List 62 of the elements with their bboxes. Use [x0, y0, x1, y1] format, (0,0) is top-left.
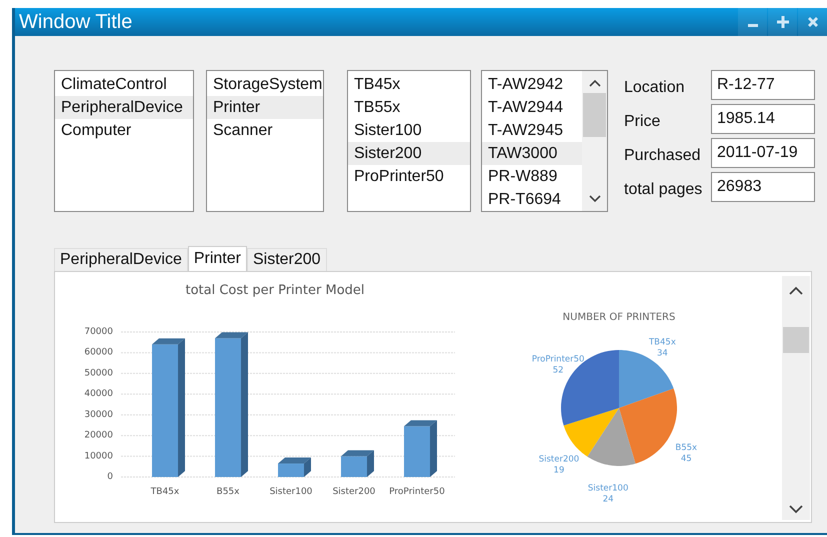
list-item[interactable]: StorageSystem	[207, 73, 323, 96]
maximize-button[interactable]	[768, 8, 797, 36]
list-item[interactable]: TAW3000	[482, 142, 582, 165]
chart-title: NUMBER OF PRINTERS	[562, 312, 676, 323]
axis-category-label: Sister100	[270, 487, 312, 497]
window-title: Window Title	[18, 10, 132, 34]
field-label: total pages	[624, 180, 704, 199]
axis-category-label: Sister200	[332, 487, 376, 497]
axis-category-label: TB45x	[150, 487, 180, 497]
input-field[interactable]: 1985.14	[711, 104, 815, 134]
field-label: Purchased	[624, 146, 702, 165]
close-button[interactable]	[798, 8, 827, 36]
minimize-icon	[748, 24, 758, 26]
bar	[278, 464, 304, 477]
list-item[interactable]: Sister100	[348, 119, 470, 142]
input-field[interactable]: 2011-07-19	[711, 138, 815, 168]
axis-tick-label: 20000	[84, 430, 113, 441]
data-label: Sister100 24	[588, 484, 628, 505]
input-field[interactable]: R-12-77	[711, 70, 815, 100]
tab[interactable]: PeripheralDevice	[54, 248, 188, 271]
list-item[interactable]: ProPrinter50	[348, 165, 470, 188]
bar	[341, 456, 367, 477]
data-label: B55x 45	[675, 443, 698, 464]
scroll-thumb[interactable]	[783, 327, 809, 353]
data-label: Sister200 19	[538, 454, 580, 476]
list-item[interactable]: Computer	[55, 119, 193, 142]
axis-tick-label: 40000	[84, 389, 113, 400]
axis-tick-label: 10000	[84, 451, 113, 462]
scrollbar[interactable]	[582, 71, 607, 211]
data-label: TB45x 34	[649, 337, 676, 358]
list-item[interactable]: PR-T6694	[482, 188, 582, 211]
list-item[interactable]: T-AW2942	[482, 73, 582, 96]
axis-category-label: B55x	[216, 487, 240, 497]
tab[interactable]: Sister200	[246, 248, 327, 271]
list-item[interactable]: TB55x	[348, 96, 470, 119]
axis-category-label: ProPrinter50	[389, 487, 445, 497]
list-item[interactable]: TB45x	[348, 73, 470, 96]
tab[interactable]: Printer	[188, 246, 247, 271]
chart-title: total Cost per Printer Model	[185, 283, 365, 298]
axis-tick-label: 70000	[84, 327, 113, 337]
minimize-button[interactable]	[738, 8, 767, 36]
list-item[interactable]: T-AW2944	[482, 96, 582, 119]
scroll-thumb[interactable]	[583, 93, 606, 137]
list-item[interactable]: Printer	[207, 96, 323, 119]
axis-tick-label: 50000	[84, 368, 113, 378]
input-field[interactable]: 26983	[711, 172, 815, 202]
list-item[interactable]: PR-W889	[482, 165, 582, 188]
close-icon	[806, 16, 818, 28]
list-item[interactable]: Scanner	[207, 119, 323, 142]
list-item[interactable]: T-AW2945	[482, 119, 582, 142]
field-label: Location	[624, 78, 686, 97]
bar	[404, 426, 430, 477]
field-label: Price	[624, 112, 662, 131]
axis-tick-label: 0	[107, 472, 113, 482]
axis-tick-label: 60000	[84, 348, 113, 358]
data-label: ProPrinter50 52	[532, 354, 584, 376]
axis-tick-label: 30000	[84, 410, 113, 420]
list-item[interactable]: ClimateControl	[55, 73, 193, 96]
list-item[interactable]: Sister200	[348, 142, 470, 165]
scrollbar[interactable]	[782, 276, 810, 520]
plus-icon	[776, 16, 788, 28]
list-item[interactable]: PeripheralDevice	[55, 96, 193, 119]
